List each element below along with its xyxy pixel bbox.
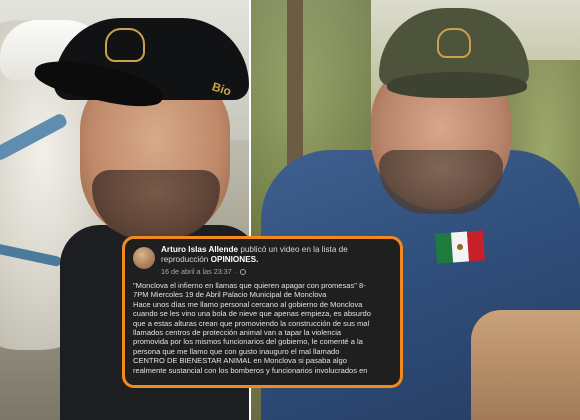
post-line: que a estas alturas crean que promoviend… [133, 318, 370, 328]
post-line: promovida por los mismos funcionarios de… [133, 337, 363, 347]
post-line: persona que me llamo que con gusto inaug… [133, 346, 340, 356]
post-line: Hace unos días me llamo personal cercano… [133, 299, 363, 309]
post-line: "Monclova el infierno en llamas que quie… [133, 281, 366, 290]
meta-separator: · [234, 267, 238, 276]
facebook-post-card: Arturo Islas Allende publicó un video en… [122, 236, 403, 388]
post-line: cuando se les vino una bola de nieve que… [133, 309, 371, 319]
post-line: llamados centros de protección animal va… [133, 328, 342, 338]
post-author[interactable]: Arturo Islas Allende [161, 245, 238, 254]
left-cap-elephant-logo [105, 28, 145, 62]
post-timestamp[interactable]: 16 de abril a las 23:37 [161, 267, 232, 276]
globe-icon [240, 268, 247, 275]
post-body: "Monclova el infierno en llamas que quie… [133, 281, 392, 375]
avatar[interactable] [133, 247, 155, 269]
post-line: realmente sustancial con los bomberos y … [133, 365, 368, 375]
post-header: Arturo Islas Allende publicó un video en… [133, 245, 392, 276]
mexico-flag-patch [435, 230, 485, 264]
post-line: CENTRO DE BIENESTAR ANIMAL en Monclova s… [133, 356, 347, 366]
post-line: 7PM Miercoles 19 de Abril Palacio Munici… [133, 290, 327, 300]
post-playlist[interactable]: OPINIONES. [211, 255, 259, 264]
post-meta: 16 de abril a las 23:37 · [161, 267, 392, 276]
right-cap-elephant-logo [437, 28, 471, 58]
